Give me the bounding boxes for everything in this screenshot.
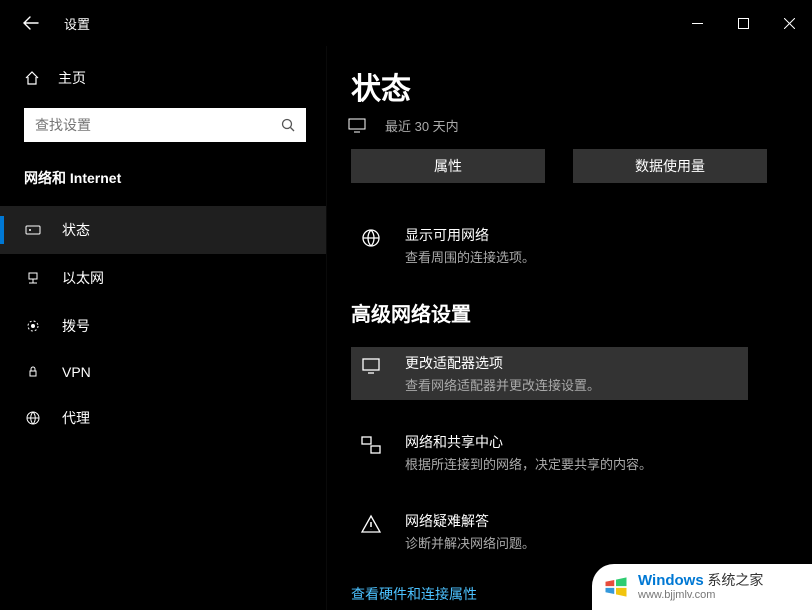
close-button[interactable] — [766, 0, 812, 46]
sidebar-item-status[interactable]: 状态 — [0, 206, 326, 254]
properties-label: 属性 — [434, 156, 462, 176]
home-link[interactable]: 主页 — [0, 58, 326, 98]
watermark-brand: Windows — [638, 572, 704, 589]
troubleshoot-entry[interactable]: 网络疑难解答 诊断并解决网络问题。 — [351, 505, 788, 558]
globe-icon — [357, 225, 385, 266]
sidebar-item-proxy[interactable]: 代理 — [0, 394, 326, 442]
sidebar-item-ethernet[interactable]: 以太网 — [0, 254, 326, 302]
sharing-center-entry[interactable]: 网络和共享中心 根据所连接到的网络，决定要共享的内容。 — [351, 426, 788, 479]
back-button[interactable] — [22, 14, 40, 32]
troubleshoot-title: 网络疑难解答 — [405, 511, 778, 531]
monitor-icon — [347, 118, 367, 134]
minimize-icon — [692, 18, 703, 29]
sidebar-item-label: 代理 — [62, 408, 90, 428]
home-label: 主页 — [58, 68, 86, 88]
minimize-button[interactable] — [674, 0, 720, 46]
data-usage-label: 数据使用量 — [635, 156, 705, 176]
home-icon — [24, 70, 40, 86]
search-icon — [281, 118, 295, 132]
watermark-url: www.bjjmlv.com — [638, 589, 763, 601]
search-input[interactable] — [35, 109, 281, 141]
warning-icon — [357, 511, 385, 552]
adapter-options-sub: 查看网络适配器并更改连接设置。 — [405, 375, 738, 394]
window-controls — [674, 0, 812, 46]
sidebar-item-label: 以太网 — [62, 268, 104, 288]
summary-text: 最近 30 天内 — [385, 116, 459, 135]
maximize-icon — [738, 18, 749, 29]
vpn-icon — [24, 364, 42, 380]
sidebar: 主页 网络和 Internet 状态 以太网 拨号 — [0, 46, 327, 610]
watermark: Windows 系统之家 www.bjjmlv.com — [592, 564, 812, 610]
window-title: 设置 — [64, 14, 90, 33]
watermark-suffix: 系统之家 — [707, 572, 763, 588]
category-title: 网络和 Internet — [0, 168, 326, 206]
adapter-options-title: 更改适配器选项 — [405, 353, 738, 373]
page-title: 状态 — [351, 64, 788, 108]
show-networks-title: 显示可用网络 — [405, 225, 778, 245]
troubleshoot-sub: 诊断并解决网络问题。 — [405, 533, 778, 552]
sharing-center-sub: 根据所连接到的网络，决定要共享的内容。 — [405, 454, 778, 473]
windows-logo-icon — [602, 573, 630, 601]
sidebar-item-label: 状态 — [62, 220, 90, 240]
sidebar-item-label: VPN — [62, 364, 91, 380]
adapter-options-entry[interactable]: 更改适配器选项 查看网络适配器并更改连接设置。 — [351, 347, 748, 400]
main-pane: 状态 最近 30 天内 属性 数据使用量 显示可用网络 查看周围的连接选项。 高… — [327, 46, 812, 610]
properties-button[interactable]: 属性 — [351, 149, 545, 183]
sidebar-item-label: 拨号 — [62, 316, 90, 336]
titlebar: 设置 — [0, 0, 812, 46]
sharing-icon — [357, 432, 385, 473]
sidebar-item-vpn[interactable]: VPN — [0, 350, 326, 394]
sidebar-item-dialup[interactable]: 拨号 — [0, 302, 326, 350]
monitor-icon — [357, 353, 385, 394]
maximize-button[interactable] — [720, 0, 766, 46]
back-arrow-icon — [23, 15, 39, 31]
ethernet-icon — [24, 270, 42, 286]
dialup-icon — [24, 318, 42, 334]
show-networks-entry[interactable]: 显示可用网络 查看周围的连接选项。 — [351, 219, 788, 272]
status-icon — [24, 222, 42, 238]
search-box[interactable] — [24, 108, 306, 142]
close-icon — [784, 18, 795, 29]
advanced-heading: 高级网络设置 — [351, 298, 788, 327]
sharing-center-title: 网络和共享中心 — [405, 432, 778, 452]
data-usage-button[interactable]: 数据使用量 — [573, 149, 767, 183]
proxy-icon — [24, 410, 42, 426]
show-networks-sub: 查看周围的连接选项。 — [405, 247, 778, 266]
